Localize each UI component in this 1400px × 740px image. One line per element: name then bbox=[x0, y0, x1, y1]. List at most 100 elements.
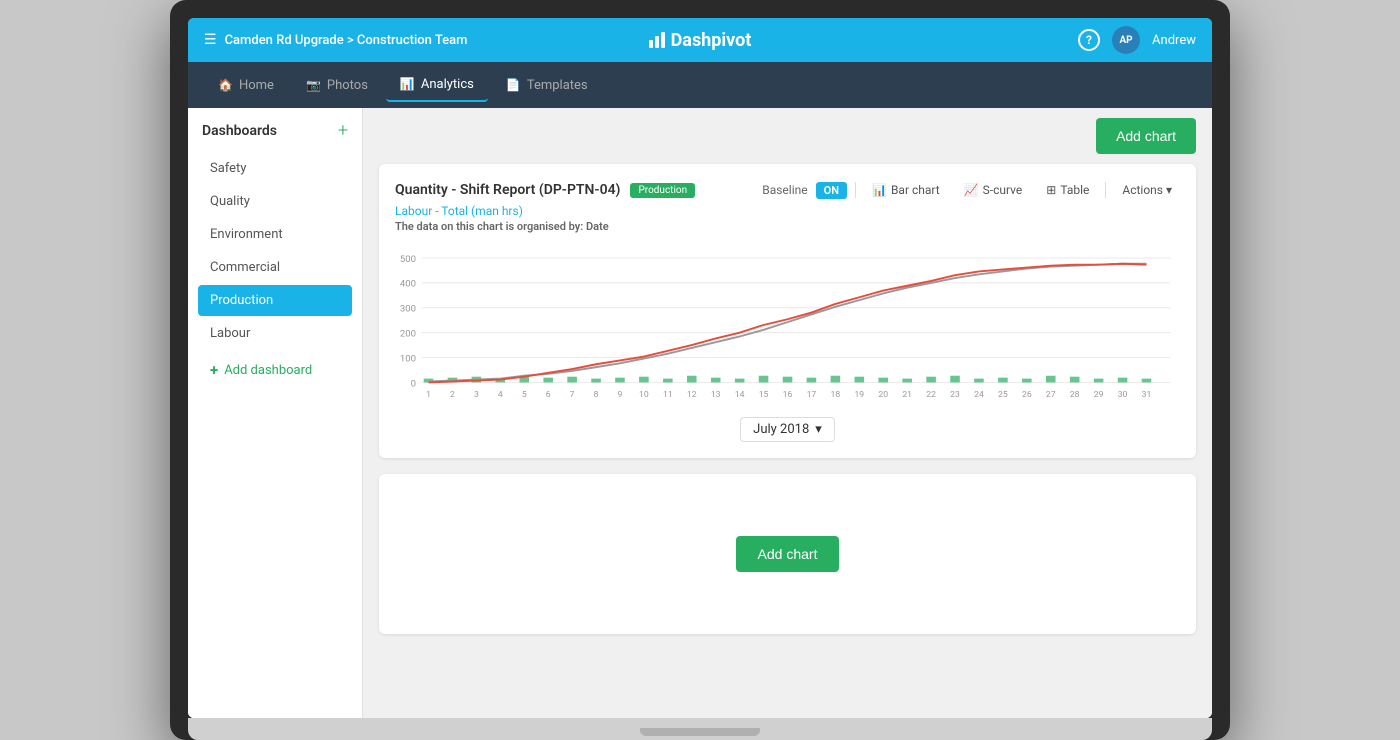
sidebar-item-commercial[interactable]: Commercial bbox=[198, 252, 352, 283]
svg-text:9: 9 bbox=[618, 390, 623, 400]
svg-text:25: 25 bbox=[998, 390, 1008, 400]
svg-text:17: 17 bbox=[807, 390, 817, 400]
month-select[interactable]: July 2018 ▾ bbox=[740, 417, 835, 442]
svg-text:20: 20 bbox=[878, 390, 888, 400]
svg-text:10: 10 bbox=[639, 390, 649, 400]
svg-text:100: 100 bbox=[400, 353, 416, 364]
sidebar-header: Dashboards + bbox=[198, 120, 352, 141]
on-badge[interactable]: ON bbox=[816, 182, 847, 199]
chart-title-section: Quantity - Shift Report (DP-PTN-04) Prod… bbox=[395, 182, 695, 198]
user-name: Andrew bbox=[1152, 33, 1196, 48]
chart-card: Quantity - Shift Report (DP-PTN-04) Prod… bbox=[379, 164, 1196, 458]
s-curve-icon: 📈 bbox=[964, 183, 979, 197]
svg-text:29: 29 bbox=[1094, 390, 1104, 400]
sidebar-item-environment[interactable]: Environment bbox=[198, 219, 352, 250]
content-header: Add chart bbox=[363, 108, 1212, 164]
production-badge: Production bbox=[630, 183, 695, 198]
add-chart-center-button[interactable]: Add chart bbox=[736, 536, 840, 572]
svg-text:300: 300 bbox=[400, 304, 416, 315]
main-layout: Dashboards + Safety Quality Environment … bbox=[188, 108, 1212, 718]
baseline-label: Baseline bbox=[762, 183, 807, 197]
chart-subtitle: Labour - Total (man hrs) bbox=[395, 204, 1180, 218]
sidebar-item-production[interactable]: Production bbox=[198, 285, 352, 316]
nav-bar: 🏠 Home 📷 Photos 📊 Analytics 📄 Templates bbox=[188, 62, 1212, 108]
svg-text:28: 28 bbox=[1070, 390, 1080, 400]
svg-text:22: 22 bbox=[926, 390, 936, 400]
svg-text:1: 1 bbox=[426, 390, 431, 400]
chevron-down-icon: ▾ bbox=[815, 422, 822, 437]
nav-item-photos[interactable]: 📷 Photos bbox=[292, 70, 382, 101]
nav-templates-label: Templates bbox=[527, 78, 588, 93]
avatar: AP bbox=[1112, 26, 1140, 54]
content-area: Add chart Quantity - Shift Report (DP-PT… bbox=[363, 108, 1212, 718]
svg-text:31: 31 bbox=[1142, 390, 1152, 400]
actions-button[interactable]: Actions ▾ bbox=[1114, 180, 1180, 200]
photos-icon: 📷 bbox=[306, 78, 321, 92]
nav-photos-label: Photos bbox=[327, 78, 368, 93]
chart-svg: 500 400 300 200 100 0 bbox=[395, 245, 1180, 405]
svg-text:16: 16 bbox=[783, 390, 793, 400]
add-dashboard-label: Add dashboard bbox=[224, 363, 312, 378]
bar-chart-button[interactable]: 📊 Bar chart bbox=[864, 180, 948, 200]
organised-by-value: Date bbox=[586, 220, 609, 233]
brand-name: Dashpivot bbox=[671, 30, 752, 51]
svg-text:6: 6 bbox=[546, 390, 551, 400]
svg-text:21: 21 bbox=[902, 390, 912, 400]
svg-text:200: 200 bbox=[400, 328, 416, 339]
top-bar: ☰ Camden Rd Upgrade > Construction Team … bbox=[188, 18, 1212, 62]
s-curve-label: S-curve bbox=[983, 183, 1023, 197]
help-icon[interactable]: ? bbox=[1078, 29, 1100, 51]
table-label: Table bbox=[1060, 183, 1089, 197]
svg-text:5: 5 bbox=[522, 390, 527, 400]
svg-text:0: 0 bbox=[411, 378, 416, 389]
svg-text:400: 400 bbox=[400, 279, 416, 290]
sidebar-item-labour[interactable]: Labour bbox=[198, 318, 352, 349]
brand-icon bbox=[649, 32, 665, 48]
chart-organized: The data on this chart is organised by: … bbox=[395, 220, 1180, 233]
svg-text:19: 19 bbox=[854, 390, 864, 400]
svg-text:7: 7 bbox=[570, 390, 575, 400]
add-dashboard-icon[interactable]: + bbox=[338, 120, 348, 141]
svg-text:13: 13 bbox=[711, 390, 721, 400]
nav-item-analytics[interactable]: 📊 Analytics bbox=[386, 69, 488, 102]
empty-chart-card: Add chart bbox=[379, 474, 1196, 634]
svg-text:11: 11 bbox=[663, 390, 673, 400]
table-icon: ⊞ bbox=[1046, 183, 1056, 197]
svg-text:15: 15 bbox=[759, 390, 769, 400]
nav-item-home[interactable]: 🏠 Home bbox=[204, 70, 288, 101]
svg-text:23: 23 bbox=[950, 390, 960, 400]
chart-svg-container: 500 400 300 200 100 0 bbox=[395, 245, 1180, 409]
sidebar-item-safety[interactable]: Safety bbox=[198, 153, 352, 184]
table-button[interactable]: ⊞ Table bbox=[1038, 180, 1097, 200]
nav-home-label: Home bbox=[239, 78, 274, 93]
svg-text:3: 3 bbox=[474, 390, 479, 400]
nav-analytics-label: Analytics bbox=[421, 77, 474, 92]
svg-text:14: 14 bbox=[735, 390, 745, 400]
chart-header: Quantity - Shift Report (DP-PTN-04) Prod… bbox=[395, 180, 1180, 200]
sidebar-item-quality[interactable]: Quality bbox=[198, 186, 352, 217]
home-icon: 🏠 bbox=[218, 78, 233, 92]
add-dashboard-button[interactable]: + Add dashboard bbox=[198, 353, 352, 387]
nav-item-templates[interactable]: 📄 Templates bbox=[492, 70, 602, 101]
svg-text:2: 2 bbox=[450, 390, 455, 400]
templates-icon: 📄 bbox=[506, 78, 521, 92]
breadcrumb: Camden Rd Upgrade > Construction Team bbox=[225, 33, 468, 48]
svg-text:500: 500 bbox=[400, 254, 416, 265]
chart-controls: Baseline ON 📊 Bar chart 📈 S-curve bbox=[762, 180, 1180, 200]
svg-text:4: 4 bbox=[498, 390, 503, 400]
s-curve-button[interactable]: 📈 S-curve bbox=[956, 180, 1031, 200]
brand-logo: Dashpivot bbox=[649, 30, 752, 51]
svg-text:24: 24 bbox=[974, 390, 984, 400]
divider2 bbox=[1105, 182, 1106, 198]
chart-title: Quantity - Shift Report (DP-PTN-04) bbox=[395, 182, 620, 198]
hamburger-icon[interactable]: ☰ bbox=[204, 32, 217, 48]
bar-chart-label: Bar chart bbox=[891, 183, 940, 197]
svg-text:26: 26 bbox=[1022, 390, 1032, 400]
month-value: July 2018 bbox=[753, 422, 809, 437]
add-chart-button[interactable]: Add chart bbox=[1096, 118, 1196, 154]
sidebar-title: Dashboards bbox=[202, 123, 277, 139]
divider bbox=[855, 182, 856, 198]
svg-text:30: 30 bbox=[1118, 390, 1128, 400]
svg-text:8: 8 bbox=[594, 390, 599, 400]
svg-text:12: 12 bbox=[687, 390, 697, 400]
